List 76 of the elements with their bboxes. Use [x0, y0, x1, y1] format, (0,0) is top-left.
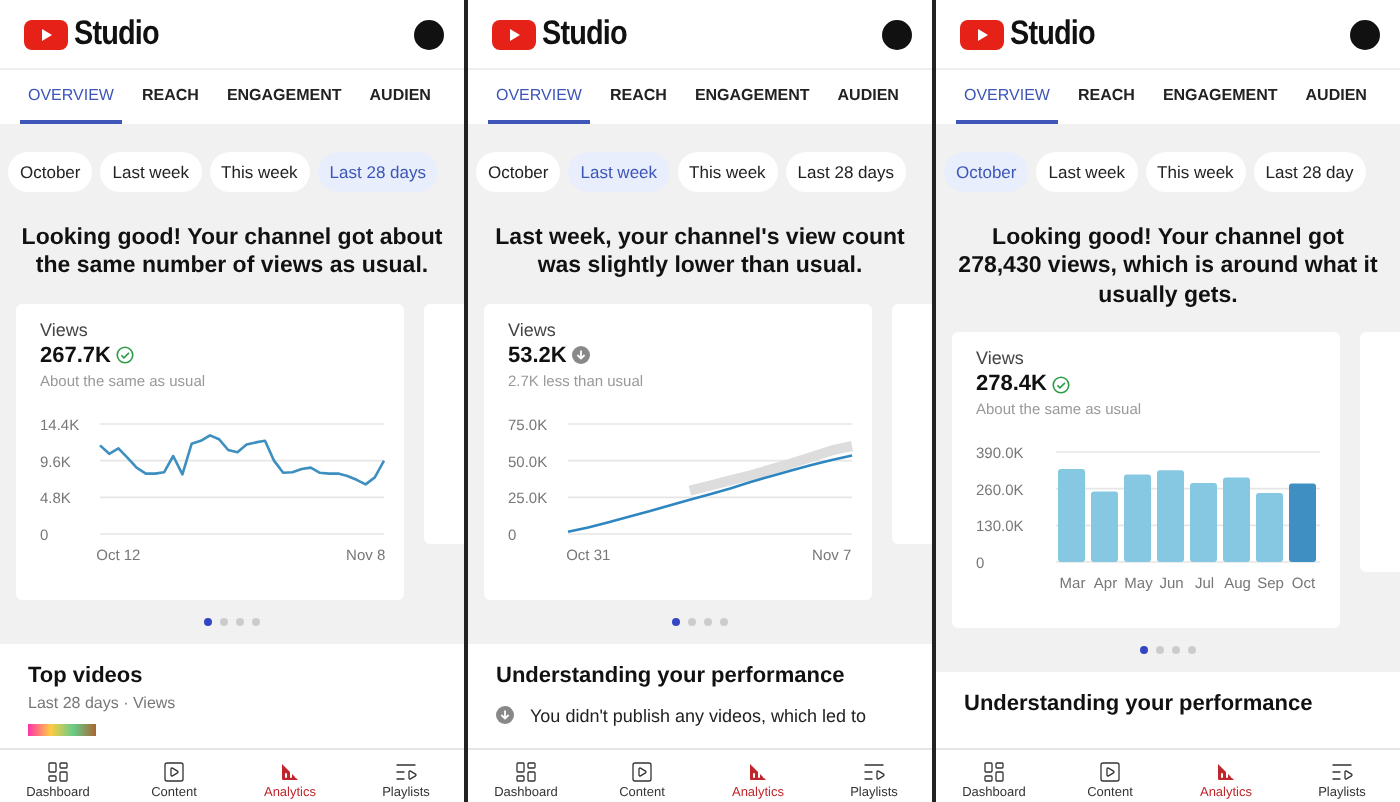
tab[interactable]: AUDIEN — [829, 70, 907, 124]
card-title: Views — [508, 319, 558, 340]
avatar[interactable] — [414, 19, 444, 49]
avatar[interactable] — [1350, 19, 1380, 49]
tab[interactable]: OVERVIEW — [20, 70, 122, 124]
pager-dot[interactable] — [252, 617, 260, 626]
playlist-icon — [394, 760, 418, 784]
pager-dot[interactable] — [1140, 646, 1148, 655]
play-logo-icon — [960, 19, 1004, 49]
period-chip[interactable]: This week — [209, 152, 310, 192]
headline: Last week, your channel's view count was slightly lower than usual. — [493, 224, 907, 283]
tab[interactable]: OVERVIEW — [956, 70, 1058, 124]
tab[interactable]: REACH — [1069, 70, 1143, 124]
play-square-icon — [162, 760, 186, 784]
period-chip[interactable]: October — [476, 152, 561, 192]
tab[interactable]: ENGAGEMENT — [218, 70, 350, 124]
headline: Looking good! Your channel got about the same number of views as usual. — [19, 224, 445, 283]
bar-chart-icon — [278, 760, 302, 784]
avatar[interactable] — [882, 19, 912, 49]
playlist-icon — [1330, 760, 1354, 784]
down-arrow-circle-icon — [496, 705, 514, 724]
pager-dot[interactable] — [1156, 646, 1164, 655]
section-title: Understanding your performance — [496, 663, 847, 688]
tab[interactable]: ENGAGEMENT — [1154, 70, 1286, 124]
play-square-icon — [630, 760, 654, 784]
dashboard-icon — [514, 760, 538, 784]
pager-dot[interactable] — [1188, 646, 1196, 655]
app-title: Studio — [542, 14, 627, 54]
app-title: Studio — [1010, 14, 1095, 54]
pager-dot[interactable] — [672, 617, 680, 626]
play-logo-icon — [24, 19, 68, 49]
dashboard-icon — [46, 760, 70, 784]
pager-dot[interactable] — [204, 617, 212, 626]
tab[interactable]: AUDIEN — [361, 70, 439, 124]
period-chip[interactable]: This week — [677, 152, 778, 192]
app-title: Studio — [74, 14, 159, 54]
card-title: Views — [40, 319, 90, 340]
down-arrow-circle-icon — [572, 346, 591, 365]
pager-dot[interactable] — [720, 617, 728, 626]
period-chip[interactable]: Last week — [568, 152, 670, 192]
period-chip[interactable]: October — [944, 152, 1029, 192]
play-square-icon — [1098, 760, 1122, 784]
bar-chart-icon — [1214, 760, 1238, 784]
period-chip[interactable]: Last week — [1036, 152, 1138, 192]
check-circle-icon — [1052, 375, 1071, 394]
period-chip[interactable]: October — [8, 152, 93, 192]
check-circle-icon — [116, 346, 135, 365]
views-value: 53.2K — [508, 343, 567, 368]
section-title: Top videos — [28, 663, 145, 688]
period-chip[interactable]: This week — [1145, 152, 1246, 192]
tab[interactable]: OVERVIEW — [488, 70, 590, 124]
section-subtitle: Last 28 days · Views — [28, 693, 178, 712]
pager-dot[interactable] — [704, 617, 712, 626]
dashboard-icon — [982, 760, 1006, 784]
thumbnail-placeholder[interactable] — [28, 723, 96, 736]
playlist-icon — [862, 760, 886, 784]
headline: Looking good! Your channel got 278,430 views, which is around what it usually gets. — [956, 224, 1380, 312]
period-chip[interactable]: Last 28 days — [785, 152, 906, 192]
section-title: Understanding your performance — [964, 692, 1315, 717]
pager-dot[interactable] — [688, 617, 696, 626]
views-value: 267.7K — [40, 343, 111, 368]
pager-dot[interactable] — [220, 617, 228, 626]
period-chip[interactable]: Last week — [100, 152, 202, 192]
period-chip[interactable]: Last 28 day — [1253, 152, 1366, 192]
tab[interactable]: AUDIEN — [1297, 70, 1375, 124]
pager-dot[interactable] — [1172, 646, 1180, 655]
views-value: 278.4K — [976, 372, 1047, 397]
period-chip[interactable]: Last 28 days — [317, 152, 438, 192]
pager-dot[interactable] — [236, 617, 244, 626]
play-logo-icon — [492, 19, 536, 49]
tab[interactable]: REACH — [133, 70, 207, 124]
tab[interactable]: REACH — [601, 70, 675, 124]
tab[interactable]: ENGAGEMENT — [686, 70, 818, 124]
insight-text: You didn't publish any videos, which led to — [530, 705, 866, 726]
bar-chart-icon — [746, 760, 770, 784]
card-title: Views — [976, 348, 1026, 369]
